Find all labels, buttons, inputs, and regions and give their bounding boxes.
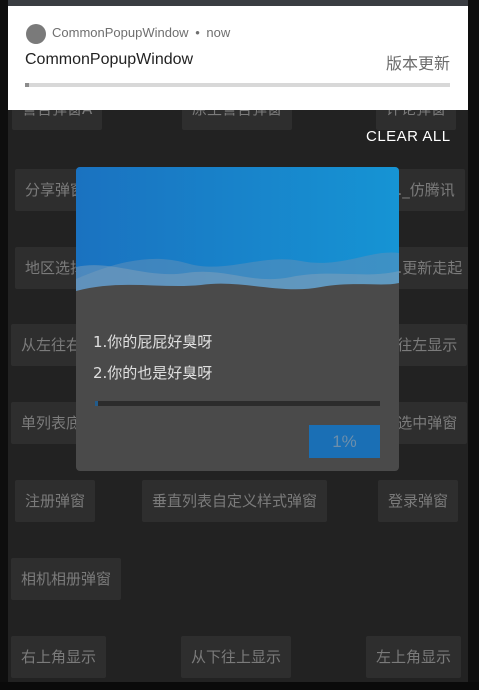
top-left-button[interactable]: 左上角显示: [366, 636, 462, 678]
notification-progress-bar: [25, 83, 450, 87]
top-right-button[interactable]: 右上角显示: [11, 636, 107, 678]
notification-progress-fill: [25, 83, 29, 87]
dialog-progress-bar: [95, 401, 380, 406]
download-notification[interactable]: CommonPopupWindow • now CommonPopupWindo…: [8, 0, 468, 110]
dialog-progress-fill: [95, 401, 98, 406]
screen-frame-right: [468, 0, 479, 690]
register-button[interactable]: 注册弹窗: [15, 480, 96, 522]
bottom-to-top-button[interactable]: 从下往上显示: [181, 636, 292, 678]
update-dialog: 1.你的屁屁好臭呀 2.你的也是好臭呀 1%: [76, 167, 399, 471]
notification-app-name: CommonPopupWindow: [52, 25, 189, 40]
notification-text: 版本更新: [385, 54, 450, 73]
dialog-changelog-line-2: 2.你的也是好臭呀: [93, 364, 213, 382]
app-icon: [26, 24, 46, 44]
notification-separator: •: [195, 25, 200, 40]
screen-frame-left: [0, 0, 8, 690]
clear-all-button[interactable]: CLEAR ALL: [366, 128, 451, 145]
dialog-header-wave-graphic: [76, 167, 399, 307]
dialog-progress-button[interactable]: 1%: [309, 425, 380, 458]
vertical-list-custom-button[interactable]: 垂直列表自定义样式弹窗: [142, 480, 328, 522]
dialog-changelog-line-1: 1.你的屁屁好臭呀: [93, 333, 213, 351]
notification-title: CommonPopupWindow: [25, 51, 194, 68]
login-button[interactable]: 登录弹窗: [378, 480, 459, 522]
camera-album-button[interactable]: 相机相册弹窗: [11, 558, 122, 600]
notification-time: now: [206, 25, 231, 40]
screen-frame-bottom: [0, 682, 479, 690]
notification-header: CommonPopupWindow • now: [52, 25, 230, 40]
